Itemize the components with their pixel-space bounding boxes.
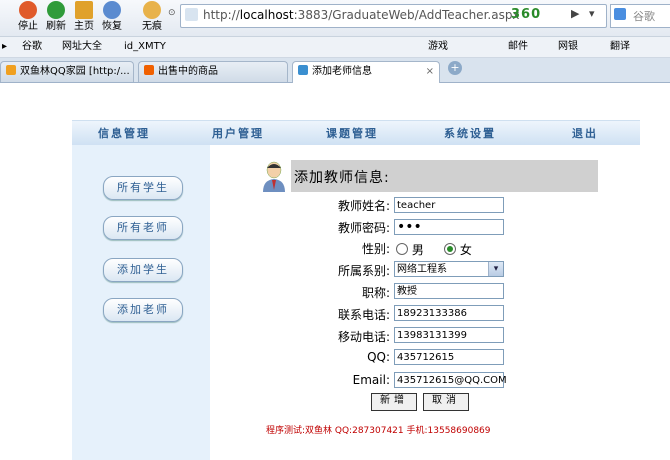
url-text: http://localhost:3883/GraduateWeb/AddTea… [203, 8, 520, 22]
form-title: 添加教师信息: [294, 170, 390, 186]
tab-favicon [6, 65, 16, 75]
gender-male-label: 男 [411, 243, 424, 257]
nav-info-management[interactable]: 信息管理 [98, 125, 150, 141]
bookmark-hao123[interactable]: 网址大全 [62, 39, 102, 55]
tab-qq-home[interactable]: 双鱼林QQ家园 [http:/... [0, 61, 134, 82]
bookmark-mail[interactable]: 邮件 [508, 39, 528, 55]
page-icon [185, 8, 198, 21]
qq-input[interactable]: 435712615 [394, 349, 504, 365]
go-icon[interactable]: ▶ [571, 7, 579, 20]
restore-button[interactable]: 恢复 [96, 0, 128, 36]
email-label: Email: [352, 373, 390, 387]
tab-favicon [144, 65, 154, 75]
cancel-button[interactable]: 取消 [423, 393, 469, 411]
qq-label: QQ: [367, 350, 390, 364]
search-box[interactable]: 谷歌 [610, 4, 670, 28]
bookmark-bank[interactable]: 网银 [558, 39, 578, 55]
refresh-icon [47, 1, 65, 19]
name-label: 教师姓名: [337, 199, 390, 213]
tab-products[interactable]: 出售中的商品 [138, 61, 288, 82]
teacher-avatar-icon [260, 160, 288, 192]
bookmark-google[interactable]: 谷歌 [22, 39, 42, 55]
job-title-label: 职称: [361, 286, 390, 300]
tab-favicon [298, 65, 308, 75]
content-panel [212, 145, 640, 460]
department-select[interactable]: 网络工程系 ▾ [394, 261, 504, 277]
job-title-input[interactable]: 教授 [394, 283, 504, 299]
password-input[interactable]: ••• [394, 219, 504, 235]
close-tab-icon[interactable]: × [426, 62, 434, 82]
bookmark-id-xmty[interactable]: id_XMTY [124, 39, 166, 55]
dropdown-icon[interactable]: ⊙ [168, 8, 176, 18]
incognito-icon [143, 1, 161, 19]
tab-label: 添加老师信息 [312, 66, 372, 77]
password-label: 教师密码: [337, 221, 390, 235]
chevron-down-icon[interactable]: ▾ [488, 262, 503, 276]
brand-360-logo: 360 [511, 7, 542, 22]
phone-label: 联系电话: [337, 308, 390, 322]
bookmark-translate[interactable]: 翻译 [610, 39, 630, 55]
sidebar-all-teachers[interactable]: 所有老师 [103, 216, 183, 240]
sidebar-add-teacher[interactable]: 添加老师 [103, 298, 183, 322]
bookmark-games[interactable]: 游戏 [428, 39, 448, 55]
search-engine-label: 谷歌 [633, 10, 655, 23]
mobile-input[interactable]: 13983131399 [394, 327, 504, 343]
browser-toolbar: 停止 刷新 主页 恢复 无痕 ⊙ http://localhost:3883/G… [0, 0, 670, 37]
restore-icon [103, 1, 121, 19]
incognito-label: 无痕 [142, 21, 162, 32]
tab-add-teacher[interactable]: 添加老师信息 × [292, 61, 440, 83]
bookmark-menu-icon[interactable]: ▸ [2, 39, 7, 55]
nav-logout[interactable]: 退出 [572, 125, 598, 141]
tab-label: 出售中的商品 [158, 66, 218, 77]
gender-female-label: 女 [459, 243, 472, 257]
url-dropdown-icon[interactable]: ▾ [589, 7, 595, 20]
department-value: 网络工程系 [397, 264, 447, 275]
sidebar-all-students[interactable]: 所有学生 [103, 176, 183, 200]
tab-label: 双鱼林QQ家园 [http:/... [20, 66, 130, 77]
nav-user-management[interactable]: 用户管理 [212, 125, 264, 141]
sidebar-add-student[interactable]: 添加学生 [103, 258, 183, 282]
new-tab-icon[interactable]: + [448, 61, 462, 75]
home-icon [75, 1, 93, 19]
incognito-button[interactable]: 无痕 [136, 0, 168, 36]
name-input[interactable]: teacher [394, 197, 504, 213]
address-bar[interactable]: http://localhost:3883/GraduateWeb/AddTea… [180, 4, 607, 28]
department-label: 所属系别: [337, 264, 390, 278]
restore-label: 恢复 [102, 21, 122, 32]
phone-input[interactable]: 18923133386 [394, 305, 504, 321]
stop-icon [19, 1, 37, 19]
tab-bar: 双鱼林QQ家园 [http:/... 出售中的商品 添加老师信息 × + [0, 58, 670, 83]
top-nav: 信息管理 用户管理 课题管理 系统设置 退出 [72, 120, 640, 145]
nav-topic-management[interactable]: 课题管理 [326, 125, 378, 141]
footer-text: 程序测试:双鱼林 QQ:287307421 手机:13558690869 [266, 426, 491, 436]
google-icon [614, 8, 626, 20]
nav-system-settings[interactable]: 系统设置 [444, 125, 496, 141]
add-button[interactable]: 新增 [371, 393, 417, 411]
email-input[interactable]: 435712615@QQ.COM [394, 372, 507, 388]
gender-female-option[interactable]: 女 [444, 241, 472, 258]
bookmark-bar: ▸ 谷歌 网址大全 id_XMTY 游戏 邮件 网银 翻译 [0, 37, 670, 58]
gender-male-option[interactable]: 男 [396, 241, 424, 258]
radio-female[interactable] [444, 243, 456, 255]
gender-label: 性别: [361, 242, 390, 256]
radio-male[interactable] [396, 243, 408, 255]
mobile-label: 移动电话: [337, 330, 390, 344]
